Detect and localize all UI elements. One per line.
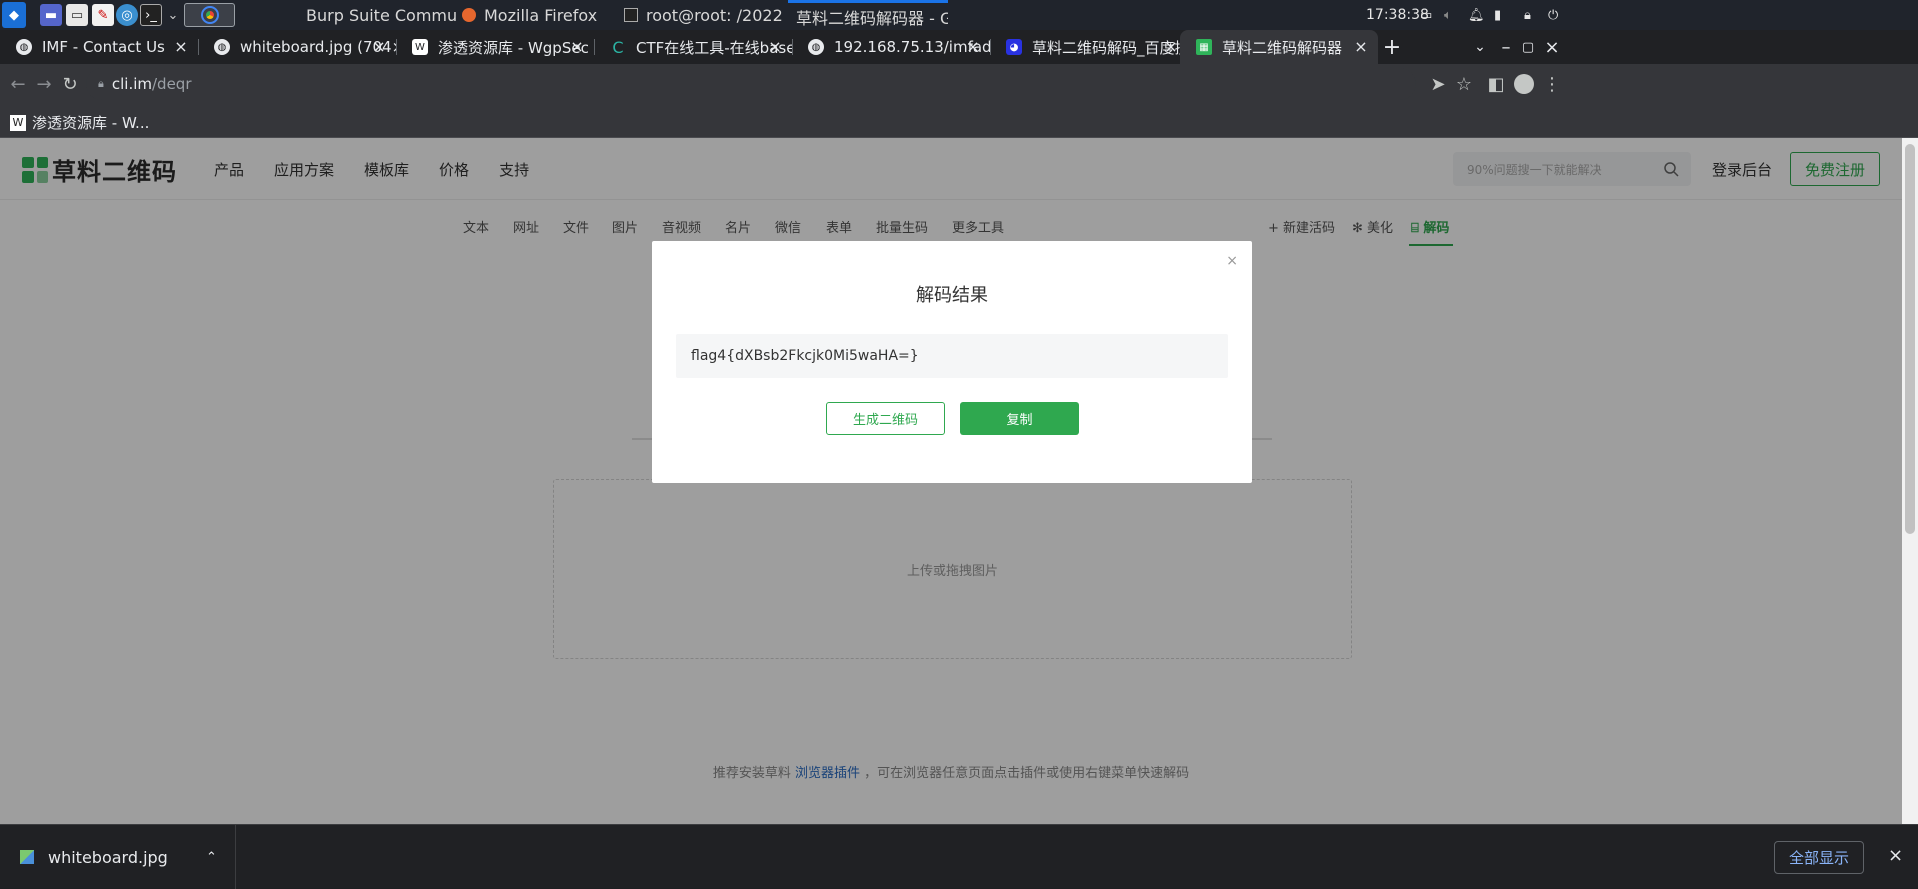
task-label: Burp Suite Community E... [306,5,458,25]
bookmarks-bar: W 渗透资源库 - W... [0,104,1918,138]
globe-icon: ◍ [808,39,824,55]
workspace-icon[interactable]: ▬ [40,4,62,26]
browser-toolbar: ← → ↻ 🔒︎ cli.im/deqr ➤ ☆ ◧ ⋮ [0,64,1918,104]
task-label: 草料二维码解码器 - Goo... [796,8,948,28]
tab-imfadmin[interactable]: ◍ 192.168.75.13/imfadminis × [792,30,991,64]
browser-launcher-icon[interactable]: ◎ [116,4,138,26]
close-icon[interactable]: × [964,38,982,56]
copy-button[interactable]: 复制 [960,402,1079,435]
window-close-icon[interactable]: × [1540,35,1564,59]
volume-icon[interactable]: 🔈︎ [1444,0,1452,30]
close-icon[interactable]: × [172,38,190,56]
caoliao-icon: ▦ [1196,39,1212,55]
back-icon[interactable]: ← [6,72,30,96]
globe-icon: ◍ [16,39,32,55]
wgpsec-icon: W [412,39,428,55]
bookmark-label: 渗透资源库 - W... [32,114,150,132]
terminal-launcher-icon[interactable]: ›_ [140,4,162,26]
close-download-bar-icon[interactable]: × [1888,845,1903,866]
task-chrome[interactable]: 草料二维码解码器 - Goo... [788,0,948,30]
notification-icon[interactable]: 🔔︎ [1468,0,1485,30]
image-file-icon [20,850,34,864]
generate-qr-button[interactable]: 生成二维码 [826,402,945,435]
url-host: cli.im [111,75,152,93]
task-firefox[interactable]: Mozilla Firefox [462,0,602,30]
bookmark-star-icon[interactable]: ☆ [1452,72,1476,96]
lock-icon[interactable]: 🔒︎ [1524,0,1531,30]
dropdown-arrow-icon[interactable]: ⌄ [162,4,184,26]
task-burp[interactable]: Burp Suite Community E... [298,0,458,30]
wgpsec-icon: W [10,114,26,131]
show-all-downloads-button[interactable]: 全部显示 [1774,841,1864,874]
tab-baidu-search[interactable]: ◕ 草料二维码解码_百度搜索 × [990,30,1188,64]
tab-strip: ◍ IMF - Contact Us × ◍ whiteboard.jpg (7… [0,30,1918,64]
close-icon[interactable]: × [1162,38,1180,56]
ctf-icon: C [612,37,624,57]
tab-imf-contact[interactable]: ◍ IMF - Contact Us × [0,30,199,64]
desktop-panel: ◆ ▬ ▭ ✎ ◎ ›_ ⌄ Burp Suite Community E...… [0,0,1918,30]
maximize-icon[interactable]: ▢ [1516,35,1540,59]
download-item[interactable]: whiteboard.jpg ⌃ [0,825,236,889]
dialog-title: 解码结果 [916,285,988,306]
url-path: /deqr [152,75,192,93]
file-manager-icon[interactable]: ▭ [66,4,88,26]
close-icon[interactable]: × [766,38,784,56]
menu-icon[interactable]: ⋮ [1540,72,1564,96]
page-scrollbar[interactable] [1902,138,1918,824]
chrome-task-button[interactable] [184,3,235,27]
download-bar: whiteboard.jpg ⌃ 全部显示 × [0,824,1918,889]
bookmark-wgpsec[interactable]: W 渗透资源库 - W... [10,112,149,133]
profile-icon[interactable] [1512,72,1536,96]
text-editor-icon[interactable]: ✎ [92,4,114,26]
close-icon[interactable]: × [1352,38,1370,56]
page-viewport: 草料二维码 产品 应用方案 模板库 价格 支持 90%问题搜一下就能解决 登录后… [0,138,1902,824]
kali-menu-icon[interactable]: ◆ [2,2,26,28]
tab-whiteboard[interactable]: ◍ whiteboard.jpg (704×404 × [198,30,397,64]
decode-result-field[interactable]: flag4{dXBsb2Fkcjk0Mi5waHA=} [676,334,1228,378]
battery-icon[interactable]: ▮ [1494,0,1501,30]
chevron-up-icon[interactable]: ⌃ [206,850,217,865]
send-icon[interactable]: ➤ [1426,72,1450,96]
side-panel-icon[interactable]: ◧ [1484,72,1508,96]
close-icon[interactable]: × [1226,253,1238,269]
close-icon[interactable]: × [370,38,388,56]
scrollbar-thumb[interactable] [1905,144,1915,534]
display-icon[interactable]: ▭ [1420,0,1432,30]
firefox-icon [462,8,476,22]
task-terminal[interactable]: root@root: /2022 [624,0,784,30]
tab-search-icon[interactable]: ⌄ [1468,35,1492,59]
download-filename: whiteboard.jpg [48,847,168,867]
minimize-icon[interactable]: – [1494,35,1518,59]
task-label: root@root: /2022 [646,5,783,25]
terminal-icon [624,8,638,22]
address-bar[interactable]: 🔒︎ cli.im/deqr [86,68,1416,100]
power-icon[interactable]: ⏻ [1548,0,1558,30]
lock-icon: 🔒︎ [98,77,104,90]
close-icon[interactable]: × [568,38,586,56]
task-label: Mozilla Firefox [484,5,598,25]
tab-wgpsec[interactable]: W 渗透资源库 - WgpSec × [396,30,595,64]
new-tab-icon[interactable]: + [1380,35,1404,60]
tab-cli-decoder[interactable]: ▦ 草料二维码解码器 × [1180,30,1378,64]
decode-result-text: flag4{dXBsb2Fkcjk0Mi5waHA=} [691,348,919,364]
chrome-icon [200,6,219,24]
decode-result-dialog: × 解码结果 flag4{dXBsb2Fkcjk0Mi5waHA=} 生成二维码… [652,241,1252,483]
forward-icon[interactable]: → [32,72,56,96]
reload-icon[interactable]: ↻ [58,72,82,96]
tab-ctf-tools[interactable]: C CTF在线工具-在线base编 × [594,30,793,64]
globe-icon: ◍ [214,39,230,55]
baidu-icon: ◕ [1006,39,1022,55]
